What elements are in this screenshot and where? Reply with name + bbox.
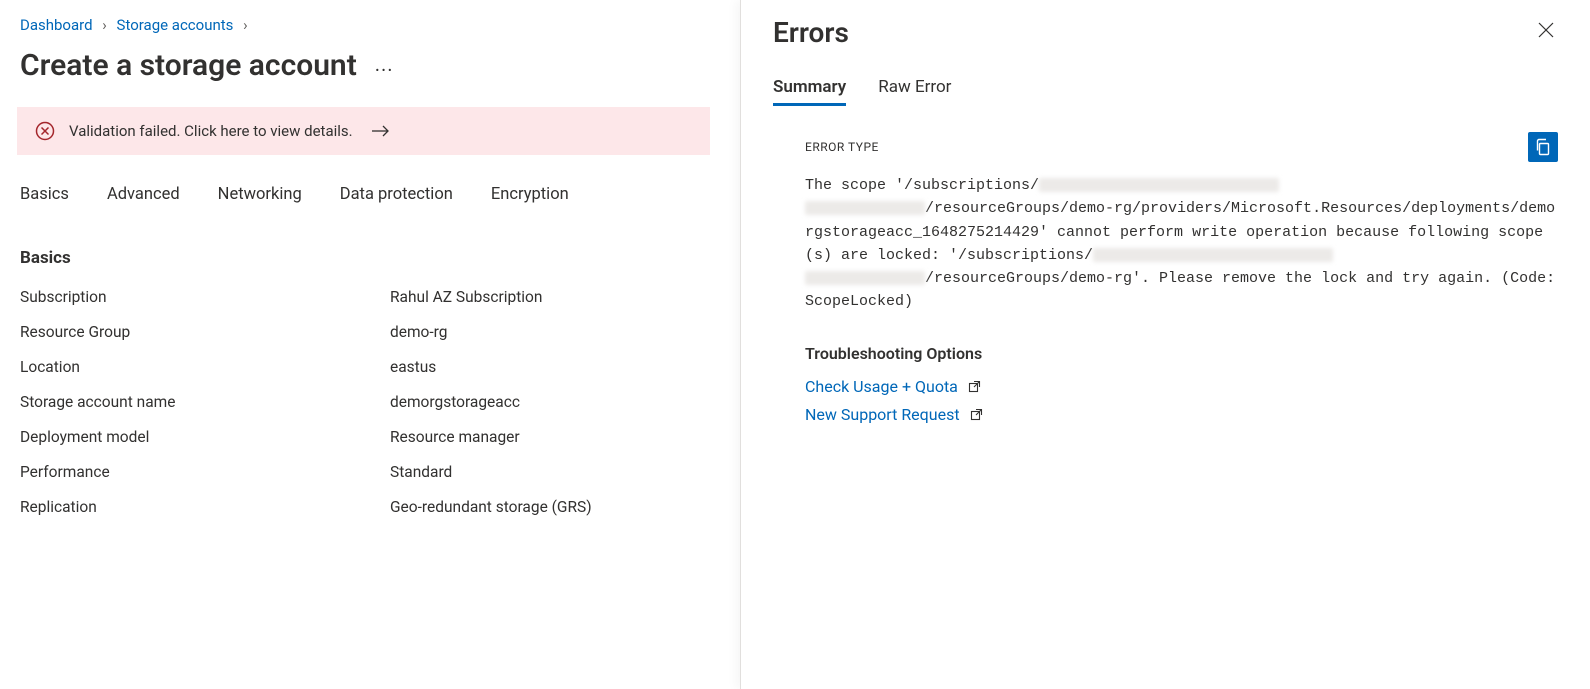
label-replication: Replication	[20, 498, 390, 516]
copy-error-button[interactable]	[1528, 132, 1558, 162]
value-resource-group: demo-rg	[390, 323, 720, 341]
breadcrumb-storage-accounts-link[interactable]: Storage accounts	[117, 16, 234, 34]
error-panel-tabs: Summary Raw Error	[773, 77, 1558, 106]
value-performance: Standard	[390, 463, 720, 481]
error-type-label: ERROR TYPE	[805, 140, 879, 154]
value-storage-account-name: demorgstorageacc	[390, 393, 720, 411]
link-label: New Support Request	[805, 405, 960, 424]
label-location: Location	[20, 358, 390, 376]
redacted-subscription-id: xxxxxxxxxxxxxxxxxxxxxxxxxxxxxxxxxxxx	[1093, 248, 1333, 262]
check-usage-quota-link[interactable]: Check Usage + Quota	[805, 377, 1558, 397]
label-deployment-model: Deployment model	[20, 428, 390, 446]
copy-icon	[1534, 138, 1552, 156]
external-link-icon	[970, 406, 983, 425]
errors-panel: Errors Summary Raw Error ERROR TYPE The …	[740, 0, 1590, 689]
tab-summary[interactable]: Summary	[773, 77, 846, 106]
label-storage-account-name: Storage account name	[20, 393, 390, 411]
chevron-right-icon: ›	[102, 16, 107, 34]
value-subscription: Rahul AZ Subscription	[390, 288, 720, 306]
redacted-subscription-id: xxxxxxxxxxxx	[805, 201, 925, 215]
error-circle-icon	[35, 121, 55, 141]
close-icon	[1538, 22, 1554, 38]
value-deployment-model: Resource manager	[390, 428, 720, 446]
troubleshooting-heading: Troubleshooting Options	[805, 344, 1558, 363]
close-panel-button[interactable]	[1534, 18, 1558, 47]
label-resource-group: Resource Group	[20, 323, 390, 341]
section-heading-basics: Basics	[20, 248, 720, 268]
page-title: Create a storage account	[20, 48, 357, 83]
tab-basics[interactable]: Basics	[20, 185, 69, 204]
redacted-subscription-id: xxxxxxxxxxxxxxxxxxxxxxxxxxxxxxxxxxxx	[1039, 178, 1279, 192]
validation-failed-banner[interactable]: Validation failed. Click here to view de…	[17, 107, 710, 155]
breadcrumb: Dashboard › Storage accounts ›	[20, 16, 720, 34]
label-performance: Performance	[20, 463, 390, 481]
panel-title: Errors	[773, 16, 849, 49]
tab-advanced[interactable]: Advanced	[107, 185, 180, 204]
tab-encryption[interactable]: Encryption	[491, 185, 569, 204]
validation-message: Validation failed. Click here to view de…	[69, 122, 353, 140]
chevron-right-icon: ›	[243, 16, 248, 34]
tab-data-protection[interactable]: Data protection	[340, 185, 453, 204]
value-replication: Geo-redundant storage (GRS)	[390, 498, 720, 516]
tab-networking[interactable]: Networking	[218, 185, 302, 204]
redacted-subscription-id: xxxxxxxxxxxx	[805, 271, 925, 285]
link-label: Check Usage + Quota	[805, 377, 958, 396]
error-text-segment: The scope '/subscriptions/	[805, 177, 1039, 194]
new-support-request-link[interactable]: New Support Request	[805, 405, 1558, 425]
value-location: eastus	[390, 358, 720, 376]
label-subscription: Subscription	[20, 288, 390, 306]
external-link-icon	[968, 378, 981, 397]
breadcrumb-dashboard-link[interactable]: Dashboard	[20, 16, 93, 34]
tab-raw-error[interactable]: Raw Error	[878, 77, 951, 106]
error-message-text: The scope '/subscriptions/xxxxxxxxxxxxxx…	[805, 174, 1558, 314]
wizard-tabs: Basics Advanced Networking Data protecti…	[20, 179, 720, 204]
arrow-right-icon	[371, 123, 391, 139]
more-actions-button[interactable]: ···	[375, 52, 394, 80]
basics-summary-grid: Subscription Rahul AZ Subscription Resou…	[20, 288, 720, 516]
